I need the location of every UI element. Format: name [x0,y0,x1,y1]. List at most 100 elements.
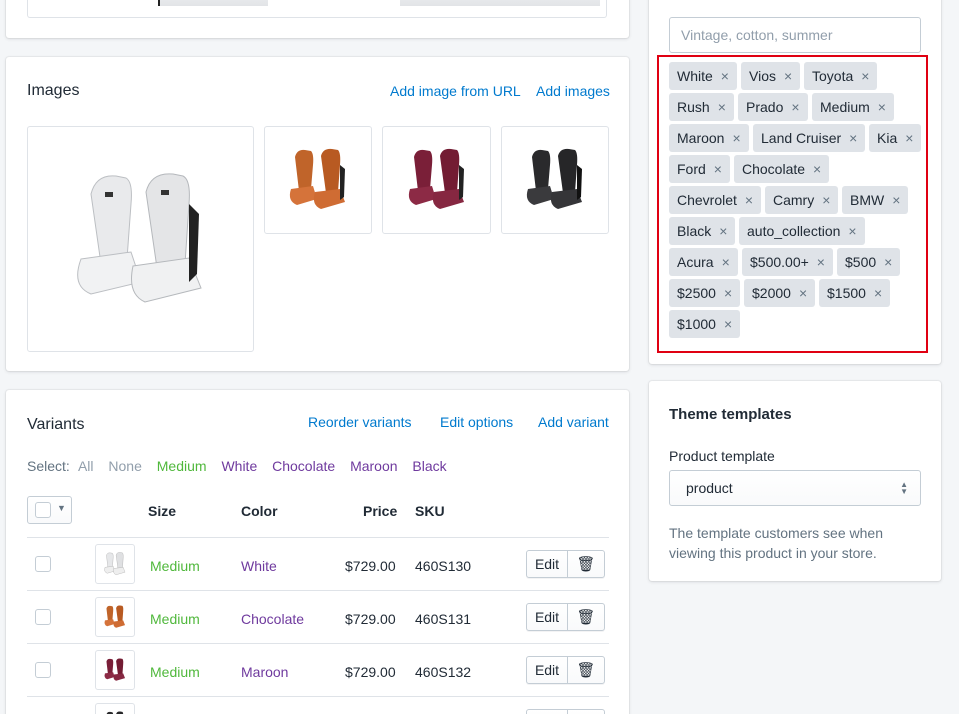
remove-tag-icon[interactable]: × [905,130,913,146]
tag-label: Prado [746,99,784,115]
tag-label: $500.00+ [750,254,809,270]
maroon-seat-image [408,148,464,209]
remove-tag-icon[interactable]: × [799,285,807,301]
select-all-checkbox[interactable] [35,502,51,518]
tag-chip: $2000 × [744,279,816,307]
tag-label: Black [677,223,712,239]
variant-color[interactable]: Chocolate [241,611,304,627]
add-image-from-url-link[interactable]: Add image from URL [390,83,521,99]
trash-icon: 🗑 [576,556,596,573]
preview-image [158,0,268,6]
variant-thumbnail [95,703,135,714]
theme-templates-title: Theme templates [669,406,792,423]
tag-label: BMW [850,192,885,208]
tag-chip: Acura × [669,248,738,276]
tag-chip: Land Cruiser × [753,124,866,152]
column-size: Size [148,503,177,519]
tag-label: Land Cruiser [761,130,842,146]
row-checkbox[interactable] [35,556,51,572]
product-image-thumbnail[interactable] [501,126,609,234]
table-row [27,696,609,714]
add-variant-link[interactable]: Add variant [538,414,609,430]
variant-size[interactable]: Medium [150,611,200,627]
row-checkbox[interactable] [35,609,51,625]
column-color: Color [241,503,278,519]
reorder-variants-link[interactable]: Reorder variants [308,414,412,430]
remove-tag-icon[interactable]: × [732,130,740,146]
remove-tag-icon[interactable]: × [719,223,727,239]
variant-sku: 460S132 [415,664,472,680]
select-maroon[interactable]: Maroon [350,458,397,474]
delete-button[interactable]: 🗑 [567,657,604,683]
product-template-label: Product template [669,448,775,464]
chevron-down-icon: ▼ [57,503,66,513]
edit-options-link[interactable]: Edit options [440,414,513,430]
white-seat-image [76,173,202,303]
tags-input[interactable]: Vintage, cotton, summer [669,17,921,53]
tag-label: $1500 [827,285,866,301]
product-image-thumbnail[interactable] [382,126,491,234]
remove-tag-icon[interactable]: × [813,161,821,177]
row-checkbox[interactable] [35,662,51,678]
select-chocolate[interactable]: Chocolate [272,458,335,474]
edit-button[interactable]: Edit [527,604,567,630]
remove-tag-icon[interactable]: × [714,161,722,177]
product-template-select[interactable]: product ▲ ▼ [669,470,921,506]
add-images-link[interactable]: Add images [536,83,610,99]
bulk-select-dropdown[interactable]: ▼ [27,496,72,524]
edit-button[interactable] [527,710,567,714]
trash-icon: 🗑 [576,609,596,626]
remove-tag-icon[interactable]: × [724,316,732,332]
select-black[interactable]: Black [412,458,446,474]
black-seat-image [526,148,582,209]
remove-tag-icon[interactable]: × [892,192,900,208]
black-seat-image [106,711,124,714]
table-row: Medium Maroon $729.00 460S132 Edit 🗑 [27,643,609,696]
edit-button[interactable]: Edit [527,657,567,683]
remove-tag-icon[interactable]: × [817,254,825,270]
remove-tag-icon[interactable]: × [878,99,886,115]
remove-tag-icon[interactable]: × [718,99,726,115]
remove-tag-icon[interactable]: × [874,285,882,301]
edit-button[interactable]: Edit [527,551,567,577]
remove-tag-icon[interactable]: × [822,192,830,208]
tag-chip: Maroon × [669,124,749,152]
theme-templates-card: Theme templates Product template product… [649,381,941,581]
delete-button[interactable] [567,710,604,714]
white-seat-image [104,552,126,575]
variant-sku: 460S131 [415,611,472,627]
tag-label: Camry [773,192,815,208]
remove-tag-icon[interactable]: × [745,192,753,208]
remove-tag-icon[interactable]: × [721,68,729,84]
column-price: Price [363,503,398,519]
remove-tag-icon[interactable]: × [791,99,799,115]
variant-actions: Edit 🗑 [526,550,605,578]
remove-tag-icon[interactable]: × [784,68,792,84]
media-top-card [6,0,629,38]
select-none[interactable]: None [108,458,141,474]
tag-chip: Medium × [812,93,894,121]
remove-tag-icon[interactable]: × [861,68,869,84]
media-preview-strip [27,0,607,18]
main-product-image[interactable] [27,126,254,352]
remove-tag-icon[interactable]: × [849,130,857,146]
remove-tag-icon[interactable]: × [848,223,856,239]
tag-label: Rush [677,99,710,115]
tag-chip: White × [669,62,737,90]
tag-chip: $500 × [837,248,901,276]
variant-color[interactable]: White [241,558,277,574]
select-medium[interactable]: Medium [157,458,207,474]
variant-size[interactable]: Medium [150,558,200,574]
remove-tag-icon[interactable]: × [884,254,892,270]
remove-tag-icon[interactable]: × [722,254,730,270]
select-all[interactable]: All [78,458,94,474]
delete-button[interactable]: 🗑 [567,604,604,630]
variant-size[interactable]: Medium [150,664,200,680]
select-white[interactable]: White [221,458,257,474]
column-sku: SKU [415,503,445,519]
variant-color[interactable]: Maroon [241,664,288,680]
template-help-text: The template customers see when viewing … [669,525,883,561]
product-image-thumbnail[interactable] [264,126,372,234]
remove-tag-icon[interactable]: × [724,285,732,301]
delete-button[interactable]: 🗑 [567,551,604,577]
